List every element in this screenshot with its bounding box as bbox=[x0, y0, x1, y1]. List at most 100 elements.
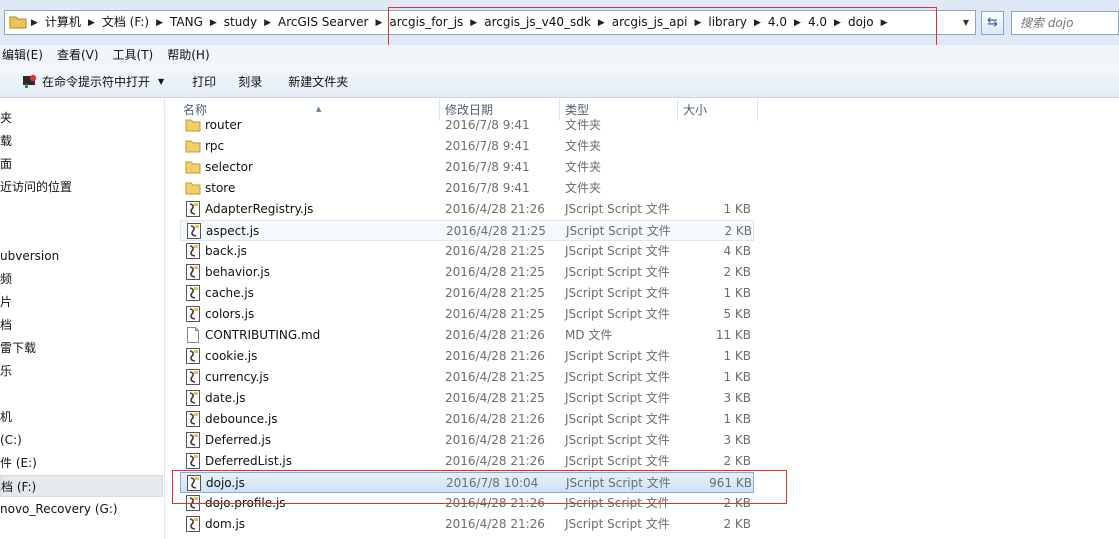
burn-label: 刻录 bbox=[238, 74, 263, 89]
address-annotation-box bbox=[388, 7, 937, 48]
nav-item-recent-places[interactable]: 近访问的位置 bbox=[0, 176, 163, 198]
file-name: behavior.js bbox=[205, 265, 270, 279]
file-row[interactable]: date.js 2016/4/28 21:25 JScript Script 文件 3… bbox=[180, 388, 754, 409]
file-date: 2016/4/28 21:26 bbox=[445, 454, 545, 468]
menu-edit[interactable]: 编辑(E) bbox=[0, 45, 50, 65]
file-type: MD 文件 bbox=[565, 328, 613, 342]
file-date: 2016/4/28 21:25 bbox=[446, 224, 546, 238]
breadcrumb-separator-icon[interactable]: ▶ bbox=[210, 18, 217, 28]
file-row[interactable]: cache.js 2016/4/28 21:25 JScript Script 文件… bbox=[180, 283, 754, 304]
file-type: JScript Script 文件 bbox=[565, 265, 670, 279]
file-size: 11 KB bbox=[715, 328, 751, 342]
print-button[interactable]: 打印 bbox=[174, 69, 226, 93]
file-row[interactable]: rpc 2016/7/8 9:41 文件夹 bbox=[180, 136, 754, 157]
breadcrumb-item[interactable]: study bbox=[217, 11, 264, 34]
file-row[interactable]: DeferredList.js 2016/4/28 21:26 JScript Sc… bbox=[180, 451, 754, 472]
nav-item-music[interactable]: 乐 bbox=[0, 360, 163, 382]
print-label: 打印 bbox=[192, 74, 217, 89]
breadcrumb-item[interactable]: 文档 (F:) bbox=[95, 11, 156, 34]
file-date: 2016/7/8 9:41 bbox=[445, 139, 530, 153]
nav-item-desktop[interactable]: 面 bbox=[0, 153, 163, 175]
file-size: 1 KB bbox=[723, 286, 751, 300]
nav-item-documents[interactable]: 档 bbox=[0, 314, 163, 336]
breadcrumb-separator-icon[interactable]: ▶ bbox=[375, 18, 382, 28]
file-type: JScript Script 文件 bbox=[565, 391, 670, 405]
file-date: 2016/4/28 21:25 bbox=[445, 265, 545, 279]
file-name: store bbox=[205, 181, 236, 195]
new-folder-button[interactable]: 新建文件夹 bbox=[272, 69, 358, 93]
nav-item-computer[interactable]: 机 bbox=[0, 406, 163, 428]
folder-icon bbox=[185, 182, 201, 195]
menu-tools[interactable]: 工具(T) bbox=[106, 45, 161, 65]
jscript-file-icon bbox=[186, 390, 200, 406]
breadcrumb-item[interactable]: ArcGIS Searver bbox=[271, 11, 375, 34]
navigation-pane: 夹 载 面 近访问的位置 ubversion 频 片 档 雷下载 乐 机 (C:… bbox=[0, 98, 165, 539]
folder-icon bbox=[185, 161, 201, 174]
file-date: 2016/7/8 9:41 bbox=[445, 160, 530, 174]
file-row[interactable]: AdapterRegistry.js 2016/4/28 21:26 JScript… bbox=[180, 199, 754, 220]
file-row[interactable]: selector 2016/7/8 9:41 文件夹 bbox=[180, 157, 754, 178]
nav-item-downloads[interactable]: 载 bbox=[0, 130, 163, 152]
file-size: 1 KB bbox=[723, 202, 751, 216]
file-type: JScript Script 文件 bbox=[565, 433, 670, 447]
folder-icon bbox=[9, 16, 27, 29]
jscript-file-icon bbox=[186, 516, 200, 532]
breadcrumb-item[interactable]: 计算机 bbox=[38, 11, 88, 34]
refresh-button[interactable]: ⇆ bbox=[981, 11, 1004, 35]
breadcrumb-separator-icon[interactable]: ▶ bbox=[88, 18, 95, 28]
file-row[interactable]: currency.js 2016/4/28 21:25 JScript Script… bbox=[180, 367, 754, 388]
file-size bbox=[680, 178, 751, 199]
file-date: 2016/4/28 21:25 bbox=[445, 370, 545, 384]
file-row[interactable]: store 2016/7/8 9:41 文件夹 bbox=[180, 178, 754, 199]
breadcrumb-item[interactable]: TANG bbox=[163, 11, 210, 34]
jscript-file-icon bbox=[186, 453, 200, 469]
file-name: back.js bbox=[205, 244, 247, 258]
menu-help[interactable]: 帮助(H) bbox=[160, 45, 216, 65]
breadcrumb-separator-icon[interactable]: ▶ bbox=[264, 18, 271, 28]
menu-view[interactable]: 查看(V) bbox=[50, 45, 106, 65]
menu-bar: 编辑(E) 查看(V) 工具(T) 帮助(H) bbox=[0, 45, 1119, 65]
file-date: 2016/4/28 21:26 bbox=[445, 328, 545, 342]
file-row[interactable]: back.js 2016/4/28 21:25 JScript Script 文件 4… bbox=[180, 241, 754, 262]
open-command-prompt-button[interactable]: 在命令提示符中打开 ▼ bbox=[0, 69, 174, 93]
file-name: colors.js bbox=[205, 307, 255, 321]
file-size bbox=[680, 115, 751, 136]
file-row[interactable]: debounce.js 2016/4/28 21:26 JScript Script… bbox=[180, 409, 754, 430]
file-type: JScript Script 文件 bbox=[565, 349, 670, 363]
chevron-down-icon[interactable]: ▼ bbox=[158, 77, 164, 86]
address-dropdown-icon[interactable]: ▼ bbox=[959, 15, 973, 30]
nav-item-pictures[interactable]: 片 bbox=[0, 291, 163, 313]
nav-item-drive-e[interactable]: 件 (E:) bbox=[0, 452, 163, 474]
file-row[interactable]: cookie.js 2016/4/28 21:26 JScript Script 文… bbox=[180, 346, 754, 367]
nav-item-videos[interactable]: 频 bbox=[0, 268, 163, 290]
file-name: currency.js bbox=[205, 370, 269, 384]
file-row[interactable]: router 2016/7/8 9:41 文件夹 bbox=[180, 115, 754, 136]
search-box[interactable] bbox=[1011, 11, 1119, 35]
breadcrumb-separator-icon[interactable]: ▶ bbox=[156, 18, 163, 28]
nav-item-favorites[interactable]: 夹 bbox=[0, 107, 163, 129]
burn-button[interactable]: 刻录 bbox=[226, 69, 272, 93]
file-row[interactable]: Deferred.js 2016/4/28 21:26 JScript Script… bbox=[180, 430, 754, 451]
nav-item-drive-g[interactable]: novo_Recovery (G:) bbox=[0, 498, 163, 520]
nav-item-thunder-downloads[interactable]: 雷下载 bbox=[0, 337, 163, 359]
search-input[interactable] bbox=[1012, 12, 1118, 34]
file-name: date.js bbox=[205, 391, 246, 405]
breadcrumb-separator-icon[interactable]: ▶ bbox=[31, 18, 38, 28]
file-name: Deferred.js bbox=[205, 433, 272, 447]
file-row[interactable]: aspect.js 2016/4/28 21:25 JScript Script 文… bbox=[180, 220, 754, 241]
file-row[interactable]: dom.js 2016/4/28 21:26 JScript Script 文件 2 … bbox=[180, 514, 754, 535]
nav-item-drive-f[interactable]: 档 (F:) bbox=[0, 475, 163, 497]
file-row[interactable]: CONTRIBUTING.md 2016/4/28 21:26 MD 文件 11 KB bbox=[180, 325, 754, 346]
nav-item-subversion[interactable]: ubversion bbox=[0, 245, 163, 267]
jscript-file-icon bbox=[186, 243, 200, 259]
toolbar: 在命令提示符中打开 ▼ 打印 刻录 新建文件夹 bbox=[0, 65, 1119, 98]
file-row[interactable]: behavior.js 2016/4/28 21:25 JScript Script… bbox=[180, 262, 754, 283]
file-annotation-box bbox=[172, 470, 787, 504]
file-size: 3 KB bbox=[723, 391, 751, 405]
nav-item-drive-c[interactable]: (C:) bbox=[0, 429, 163, 451]
folder-icon bbox=[185, 140, 201, 153]
file-type: 文件夹 bbox=[565, 160, 602, 174]
file-name: cache.js bbox=[205, 286, 254, 300]
command-prompt-icon bbox=[23, 74, 37, 88]
file-row[interactable]: colors.js 2016/4/28 21:25 JScript Script 文… bbox=[180, 304, 754, 325]
